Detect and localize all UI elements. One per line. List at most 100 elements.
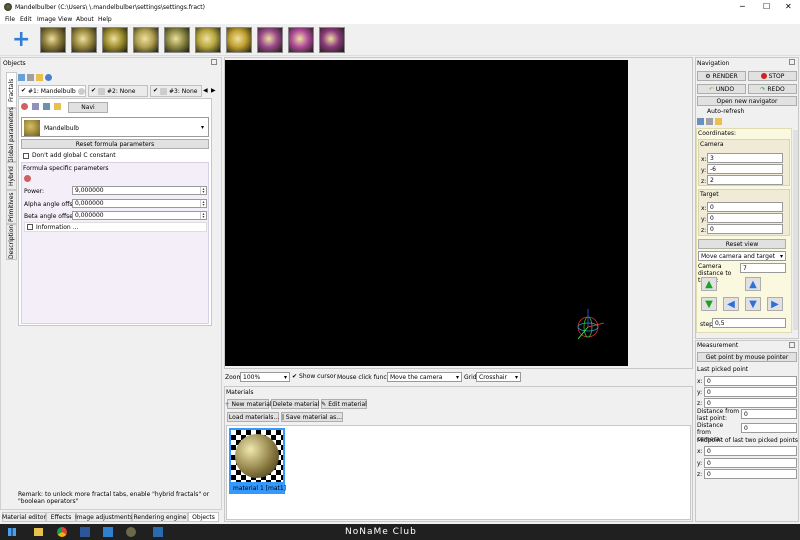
preset-thumbnail[interactable] [102,27,128,53]
point-x-input[interactable]: 0 [704,376,797,386]
edit-material-button[interactable]: ✎ Edit material [321,399,367,409]
dont-add-c-checkbox[interactable]: Don't add global C constant [23,152,116,159]
new-icon[interactable] [18,74,25,81]
target-z-input[interactable]: 0 [707,224,783,234]
tab-objects[interactable]: Objects [188,512,219,522]
param-beta-input[interactable]: 0,000000 ▴ ▾ [72,211,207,220]
grid-select[interactable]: Crosshair ▾ [476,372,521,382]
move-right-button[interactable]: ▶ [767,297,783,311]
camera-x-input[interactable]: 3 [707,153,783,163]
reset-view-button[interactable]: Reset view [698,239,786,249]
windows-start-icon[interactable] [8,528,16,536]
mouse-click-select[interactable]: Move the camera ▾ [387,372,462,382]
tab-scroll-right-icon[interactable]: ▶ [211,87,216,94]
render-image[interactable] [225,60,628,366]
stop-button[interactable]: STOP [748,71,797,81]
save-icon[interactable] [43,103,50,110]
maximize-icon[interactable]: ☐ [763,2,770,11]
fractal-tab-3[interactable]: ✔ #3: None [150,85,202,97]
camera-y-input[interactable]: -6 [707,164,783,174]
param-power-input[interactable]: 9,000000 ▴ ▾ [72,186,207,195]
tab-primitives[interactable]: Primitives [6,190,17,224]
panel-float-icon[interactable] [211,59,217,65]
mid-z-input[interactable]: 0 [704,469,797,479]
move-up-button[interactable]: ▲ [745,277,761,291]
fractal-tab-2[interactable]: ✔ #2: None [88,85,148,97]
open-new-navigator-button[interactable]: Open new navigator [697,96,797,106]
load-materials-button[interactable]: Load materials... [227,412,279,422]
spinner-icon[interactable]: ▴ ▾ [200,200,206,207]
preset-thumbnail[interactable] [71,27,97,53]
chevron-down-icon[interactable]: ▾ [201,124,204,131]
preset-thumbnail[interactable] [226,27,252,53]
checkbox-icon[interactable] [23,152,29,159]
point-z-input[interactable]: 0 [704,398,797,408]
settings-icon[interactable] [160,87,168,95]
preset-thumbnail[interactable] [40,27,66,53]
redo-button[interactable]: ↷ REDO [748,84,797,94]
settings-icon[interactable] [77,87,85,95]
mid-x-input[interactable]: 0 [704,446,797,456]
mandelbulber-taskbar-icon[interactable] [126,527,136,537]
globe-icon[interactable] [45,74,52,81]
minimize-icon[interactable]: ─ [740,2,745,11]
checkbox-icon[interactable] [27,224,33,230]
menu-view[interactable]: View [58,16,72,23]
panel-float-icon[interactable] [789,342,795,348]
checkbox-checked-icon[interactable]: ✔ [292,373,297,380]
information-toggle[interactable]: Information ... [24,222,207,232]
word-icon[interactable] [80,527,90,537]
cam-dist-input[interactable]: 7 [740,263,786,273]
folder-icon[interactable] [715,118,722,125]
preset-thumbnail[interactable] [133,27,159,53]
reset-formula-button[interactable]: Reset formula parameters [21,139,209,149]
settings-icon[interactable] [98,87,106,95]
move-up-green-button[interactable]: ▲ [701,277,717,291]
folder-icon[interactable] [36,74,43,81]
file-explorer-icon[interactable] [34,528,43,536]
new-material-button[interactable]: + New material [224,399,272,409]
tab-scroll-left-icon[interactable]: ◀ [203,87,208,94]
panel-float-icon[interactable] [789,59,795,65]
camera-z-input[interactable]: 2 [707,175,783,185]
menu-file[interactable]: File [5,16,15,23]
navi-button[interactable]: Navi [68,102,108,113]
save-material-button[interactable]: Save material as... [281,412,343,422]
tab-description[interactable]: Description [6,224,17,260]
dist-last-input[interactable]: 0 [741,409,797,419]
target-x-input[interactable]: 0 [707,202,783,212]
menu-help[interactable]: Help [98,16,112,23]
target-y-input[interactable]: 0 [707,213,783,223]
preset-thumbnail[interactable] [257,27,283,53]
open-icon[interactable] [27,74,34,81]
menu-edit[interactable]: Edit [20,16,32,23]
param-alpha-input[interactable]: 0,000000 ▴ ▾ [72,199,207,208]
delete-material-button[interactable]: Delete material [271,399,319,409]
preset-thumbnail[interactable] [195,27,221,53]
tab-image-adjustments[interactable]: Image adjustments [75,512,133,522]
app-taskbar-icon[interactable] [153,527,163,537]
zoom-select[interactable]: 100% ▾ [240,372,290,382]
palette-icon[interactable] [24,175,31,182]
menu-about[interactable]: About [76,16,94,23]
tab-hybrid[interactable]: Hybrid [6,162,17,190]
chrome-icon[interactable] [57,527,67,537]
auto-refresh-checkbox[interactable]: Auto-refresh [707,108,744,115]
visual-studio-icon[interactable] [103,527,113,537]
checkbox-checked-icon[interactable]: ✔ [91,88,96,94]
render-button[interactable]: ⚙ RENDER [697,71,746,81]
preset-thumbnail[interactable] [288,27,314,53]
close-icon[interactable]: ✕ [785,2,792,11]
tab-fractals[interactable]: Fractals [6,72,17,108]
show-cursor-checkbox[interactable]: ✔ Show cursor [292,373,336,380]
get-point-button[interactable]: Get point by mouse pointer [697,352,797,362]
checkbox-checked-icon[interactable]: ✔ [21,88,26,94]
palette-icon[interactable] [21,103,28,110]
move-mode-select[interactable]: Move camera and target ▾ [698,251,786,261]
open-icon[interactable] [32,103,39,110]
menu-image[interactable]: Image [37,16,56,23]
tab-material-editor[interactable]: Material editor [2,512,46,522]
spinner-icon[interactable]: ▴ ▾ [200,212,206,219]
step-input[interactable]: 0,5 [712,318,786,328]
preset-thumbnail[interactable] [164,27,190,53]
